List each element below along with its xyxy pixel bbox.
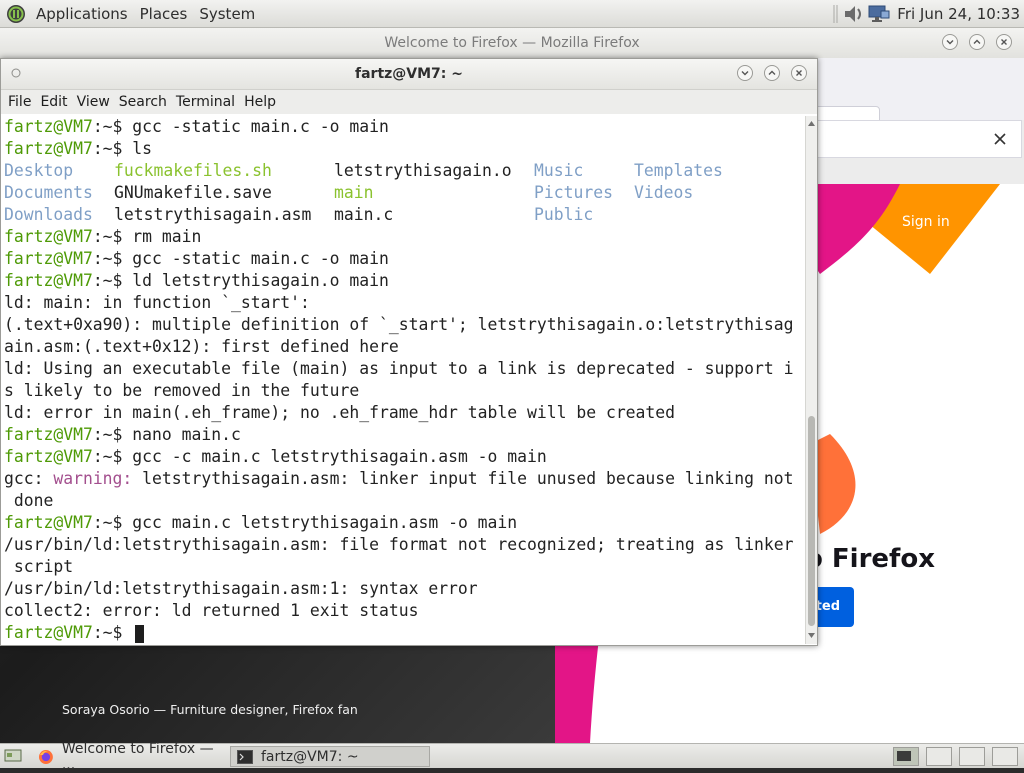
workspace-1[interactable]: [893, 747, 919, 766]
terminal-line: fartz@VM7:~$ nano main.c: [4, 425, 241, 444]
terminal-maximize-button[interactable]: [764, 65, 780, 81]
chevron-down-icon: [946, 40, 954, 45]
welcome-heading: o Firefox: [805, 544, 935, 574]
terminal-line: fartz@VM7:~$ gcc -c main.c letstrythisag…: [4, 447, 547, 466]
terminal-close-button[interactable]: [791, 65, 807, 81]
terminal-output-line: script: [4, 557, 74, 576]
terminal-scrollbar[interactable]: [805, 116, 817, 644]
bottom-panel: Welcome to Firefox — ... fartz@VM7: ~: [0, 741, 1024, 773]
close-icon: [796, 70, 802, 76]
workspace-window-thumbnail-icon: [897, 751, 911, 761]
show-desktop-icon[interactable]: [4, 748, 22, 764]
text-cursor: [135, 624, 145, 643]
menu-file[interactable]: File: [8, 94, 31, 110]
scroll-up-arrow-icon[interactable]: [807, 119, 816, 128]
firefox-titlebar[interactable]: Welcome to Firefox — Mozilla Firefox: [0, 28, 1024, 58]
terminal-output[interactable]: fartz@VM7:~$ gcc -static main.c -o main …: [1, 116, 805, 644]
terminal-output-line: ld: main: in function `_start':: [4, 293, 310, 312]
chevron-up-icon: [973, 39, 981, 44]
terminal-line: fartz@VM7:~$ rm main: [4, 227, 202, 246]
clock[interactable]: Fri Jun 24, 10:33: [897, 5, 1020, 23]
top-panel: Applications Places System Fri Jun 24, 1…: [0, 0, 1024, 28]
chevron-down-icon: [741, 71, 749, 76]
menu-help[interactable]: Help: [244, 94, 276, 110]
tray-separator-icon: [833, 5, 838, 23]
terminal-output-line: ld: error in main(.eh_frame); no .eh_fra…: [4, 403, 676, 422]
terminal-output-line: collect2: error: ld returned 1 exit stat…: [4, 601, 419, 620]
terminal-output-line: (.text+0xa90): multiple definition of `_…: [4, 315, 794, 334]
system-menu[interactable]: System: [193, 5, 261, 23]
firefox-icon: [38, 749, 53, 764]
volume-icon[interactable]: [841, 3, 865, 25]
terminal-line: fartz@VM7:~$ gcc main.c letstrythisagain…: [4, 513, 518, 532]
close-icon[interactable]: [993, 132, 1007, 146]
mate-menu-icon[interactable]: [6, 4, 26, 24]
terminal-line: fartz@VM7:~$ ld letstrythisagain.o main: [4, 271, 389, 290]
terminal-output-line: /usr/bin/ld:letstrythisagain.asm: file f…: [4, 535, 794, 554]
taskbar-item-firefox[interactable]: Welcome to Firefox — ...: [30, 741, 230, 773]
terminal-output-line: ain.asm:(.text+0x12): first defined here: [4, 337, 399, 356]
terminal-icon: [237, 749, 253, 764]
sign-in-link[interactable]: Sign in: [902, 214, 950, 230]
terminal-output-line: ld: Using an executable file (main) as i…: [4, 359, 794, 378]
terminal-output-line: s likely to be removed in the future: [4, 381, 360, 400]
ls-output-row: Downloads letstrythisagain.asm main.c Publi…: [4, 205, 594, 224]
terminal-output-line: /usr/bin/ld:letstrythisagain.asm:1: synt…: [4, 579, 478, 598]
terminal-line: fartz@VM7:~$ gcc -static main.c -o main: [4, 249, 389, 268]
network-icon[interactable]: [867, 3, 891, 25]
workspace-3[interactable]: [959, 747, 985, 766]
hero-caption: Soraya Osorio — Furniture designer, Fire…: [62, 702, 358, 717]
taskbar-item-label: fartz@VM7: ~: [261, 748, 359, 765]
menu-search[interactable]: Search: [119, 94, 167, 110]
ls-output-row: Desktop fuckmakefiles.sh letstrythisagain.…: [4, 161, 723, 180]
terminal-output-line: done: [4, 491, 54, 510]
workspace-2[interactable]: [926, 747, 952, 766]
terminal-output-line: gcc: warning: letstrythisagain.asm: link…: [4, 469, 794, 488]
menu-terminal[interactable]: Terminal: [176, 94, 235, 110]
terminal-minimize-button[interactable]: [737, 65, 753, 81]
terminal-current-prompt: fartz@VM7:~$: [1, 622, 805, 644]
terminal-line: fartz@VM7:~$ ls: [4, 139, 153, 158]
terminal-window-title: fartz@VM7: ~: [355, 66, 463, 82]
terminal-line: fartz@VM7:~$ gcc -static main.c -o main: [4, 117, 389, 136]
firefox-close-button[interactable]: [996, 34, 1012, 50]
close-icon: [1001, 39, 1007, 45]
applications-menu[interactable]: Applications: [30, 5, 134, 23]
ls-output-row: Documents GNUmakefile.save main Pictures Vid…: [4, 183, 694, 202]
scroll-down-arrow-icon[interactable]: [807, 631, 816, 640]
terminal-titlebar[interactable]: fartz@VM7: ~: [1, 59, 817, 90]
places-menu[interactable]: Places: [134, 5, 194, 23]
firefox-window-title: Welcome to Firefox — Mozilla Firefox: [384, 35, 640, 51]
terminal-window: fartz@VM7: ~ File Edit View Search Termi…: [0, 58, 818, 646]
firefox-notification-bar: [815, 120, 1022, 158]
system-tray: Fri Jun 24, 10:33: [833, 0, 1024, 28]
chevron-up-icon: [768, 70, 776, 75]
menu-view[interactable]: View: [77, 94, 110, 110]
firefox-maximize-button[interactable]: [969, 34, 985, 50]
scrollbar-thumb[interactable]: [808, 416, 815, 626]
firefox-minimize-button[interactable]: [942, 34, 958, 50]
workspace-4[interactable]: [992, 747, 1018, 766]
menu-edit[interactable]: Edit: [40, 94, 67, 110]
warning-label: warning:: [53, 469, 133, 488]
taskbar-item-terminal[interactable]: fartz@VM7: ~: [230, 746, 430, 767]
terminal-menubar: File Edit View Search Terminal Help: [1, 90, 817, 114]
